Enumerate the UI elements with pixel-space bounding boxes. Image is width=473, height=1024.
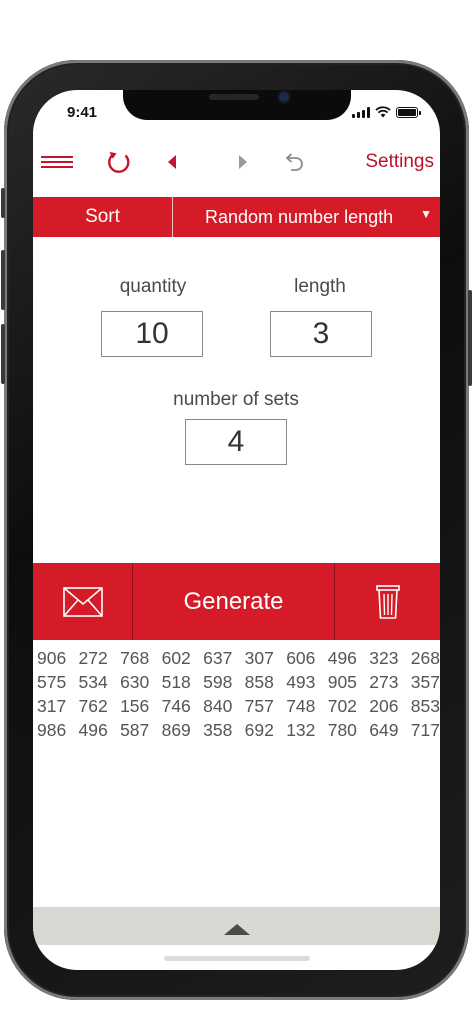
result-number: 575 bbox=[37, 672, 67, 692]
action-bar: Generate bbox=[33, 563, 440, 640]
result-number: 869 bbox=[161, 720, 191, 740]
battery-icon bbox=[396, 107, 421, 118]
bottom-drawer-handle[interactable] bbox=[33, 907, 440, 945]
status-time: 9:41 bbox=[67, 104, 98, 121]
result-number: 757 bbox=[244, 696, 274, 716]
result-number: 493 bbox=[286, 672, 316, 692]
mute-switch bbox=[1, 188, 5, 218]
result-number: 587 bbox=[120, 720, 150, 740]
home-indicator bbox=[164, 956, 310, 961]
undo-icon[interactable] bbox=[277, 140, 311, 184]
result-number: 206 bbox=[369, 696, 399, 716]
length-input[interactable]: 3 bbox=[270, 311, 372, 357]
result-number: 746 bbox=[161, 696, 191, 716]
power-button bbox=[468, 290, 472, 386]
result-number: 649 bbox=[369, 720, 399, 740]
sets-label: number of sets bbox=[173, 389, 299, 410]
result-number: 858 bbox=[244, 672, 274, 692]
toolbar: Settings bbox=[33, 140, 440, 184]
result-number: 317 bbox=[37, 696, 67, 716]
result-row: 575 534 630 518 598 858 493 905 273 357 bbox=[37, 670, 440, 694]
result-number: 534 bbox=[78, 672, 108, 692]
result-number: 268 bbox=[410, 648, 440, 668]
result-number: 853 bbox=[410, 696, 440, 716]
generate-button[interactable]: Generate bbox=[133, 563, 335, 640]
trash-icon bbox=[375, 584, 400, 619]
result-number: 692 bbox=[244, 720, 274, 740]
result-number: 496 bbox=[327, 648, 357, 668]
triangle-left-icon[interactable] bbox=[157, 140, 187, 184]
app-screen: 9:41 Settings Sort Random number length … bbox=[33, 90, 440, 970]
email-button[interactable] bbox=[33, 563, 133, 640]
envelope-icon bbox=[62, 586, 103, 617]
clear-button[interactable] bbox=[335, 563, 440, 640]
dropdown-caret-icon: ▼ bbox=[420, 207, 432, 221]
result-number: 748 bbox=[286, 696, 316, 716]
result-number: 358 bbox=[203, 720, 233, 740]
result-number: 762 bbox=[78, 696, 108, 716]
speaker bbox=[209, 94, 259, 100]
result-number: 702 bbox=[327, 696, 357, 716]
result-number: 156 bbox=[120, 696, 150, 716]
result-number: 132 bbox=[286, 720, 316, 740]
results-list: 906 272 768 602 637 307 606 496 323 268 575 534 630 5… bbox=[37, 646, 440, 742]
result-number: 357 bbox=[410, 672, 440, 692]
result-number: 323 bbox=[369, 648, 399, 668]
notch bbox=[123, 90, 351, 120]
refresh-icon[interactable] bbox=[101, 140, 137, 184]
result-number: 780 bbox=[327, 720, 357, 740]
result-number: 637 bbox=[203, 648, 233, 668]
mode-dropdown[interactable]: Random number length ▼ bbox=[173, 197, 440, 237]
mode-dropdown-label: Random number length bbox=[205, 206, 394, 227]
arrow-up-icon bbox=[223, 923, 250, 935]
result-number: 272 bbox=[78, 648, 108, 668]
tab-sort[interactable]: Sort bbox=[33, 197, 173, 237]
result-number: 840 bbox=[203, 696, 233, 716]
sets-input[interactable]: 4 bbox=[185, 419, 287, 465]
quantity-label: quantity bbox=[119, 276, 187, 297]
status-icons bbox=[352, 106, 421, 118]
result-number: 496 bbox=[78, 720, 108, 740]
result-number: 630 bbox=[120, 672, 150, 692]
length-label: length bbox=[294, 276, 346, 297]
result-row: 906 272 768 602 637 307 606 496 323 268 bbox=[37, 646, 440, 670]
result-number: 518 bbox=[161, 672, 191, 692]
result-row: 986 496 587 869 358 692 132 780 649 717 bbox=[37, 718, 440, 742]
result-number: 906 bbox=[37, 648, 67, 668]
result-number: 905 bbox=[327, 672, 357, 692]
quantity-input[interactable]: 10 bbox=[101, 311, 203, 357]
result-number: 273 bbox=[369, 672, 399, 692]
result-number: 598 bbox=[203, 672, 233, 692]
result-number: 986 bbox=[37, 720, 67, 740]
front-camera bbox=[279, 92, 289, 102]
result-number: 606 bbox=[286, 648, 316, 668]
hamburger-icon[interactable] bbox=[39, 140, 75, 184]
mode-tab-bar: Sort Random number length ▼ bbox=[33, 197, 440, 237]
result-number: 602 bbox=[161, 648, 191, 668]
settings-button[interactable]: Settings bbox=[365, 140, 434, 184]
triangle-right-icon[interactable] bbox=[228, 140, 258, 184]
volume-up-button bbox=[1, 250, 5, 310]
result-number: 768 bbox=[120, 648, 150, 668]
result-number: 307 bbox=[244, 648, 274, 668]
wifi-icon bbox=[375, 106, 391, 118]
volume-down-button bbox=[1, 324, 5, 384]
cellular-signal-icon bbox=[352, 107, 370, 118]
result-row: 317 762 156 746 840 757 748 702 206 853 bbox=[37, 694, 440, 718]
result-number: 717 bbox=[410, 720, 440, 740]
